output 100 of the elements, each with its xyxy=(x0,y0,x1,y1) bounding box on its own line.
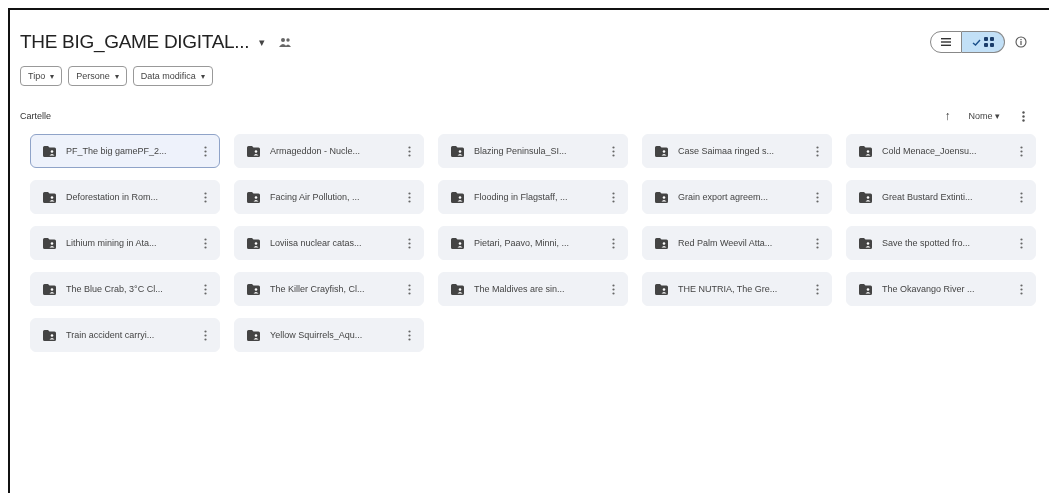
folder-card[interactable]: THE NUTRIA, The Gre... xyxy=(642,272,832,306)
folder-name: Facing Air Pollution, ... xyxy=(270,192,361,202)
folder-card[interactable]: Grain export agreem... xyxy=(642,180,832,214)
shared-folder-icon xyxy=(655,283,668,295)
more-icon xyxy=(816,145,819,157)
list-icon xyxy=(941,38,951,46)
folder-name: Lithium mining in Ata... xyxy=(66,238,158,248)
folder-card[interactable]: Flooding in Flagstaff, ... xyxy=(438,180,628,214)
more-icon xyxy=(1022,110,1025,122)
shared-folder-icon xyxy=(859,283,872,295)
grid-icon xyxy=(984,37,994,47)
more-icon xyxy=(612,237,615,249)
more-icon xyxy=(816,283,819,295)
folder-name: Pietari, Paavo, Minni, ... xyxy=(474,238,571,248)
people-icon xyxy=(279,37,292,47)
folder-card[interactable]: The Blue Crab, 3°C Cl... xyxy=(30,272,220,306)
more-icon xyxy=(204,191,207,203)
more-icon xyxy=(1020,145,1023,157)
folder-card[interactable]: Train accident carryi... xyxy=(30,318,220,352)
folder-name: Armageddon - Nucle... xyxy=(270,146,362,156)
folder-name: Yellow Squirrels_Aqu... xyxy=(270,330,364,340)
shared-folder-icon xyxy=(43,283,56,295)
grid-view-button[interactable] xyxy=(962,31,1005,53)
filter-chip[interactable]: Tipo ▾ xyxy=(20,66,63,86)
folder-name: Cold Menace_Joensu... xyxy=(882,146,978,156)
folder-name: Deforestation in Rom... xyxy=(66,192,160,202)
more-icon xyxy=(612,145,615,157)
more-icon xyxy=(408,329,411,341)
folder-name: Blazing Peninsula_SI... xyxy=(474,146,568,156)
folder-name: Great Bustard Extinti... xyxy=(882,192,974,202)
folder-name: Flooding in Flagstaff, ... xyxy=(474,192,569,202)
folder-card[interactable]: Lithium mining in Ata... xyxy=(30,226,220,260)
folder-card[interactable]: The Killer Crayfish, Cl... xyxy=(234,272,424,306)
more-icon xyxy=(408,283,411,295)
folder-name: The Okavango River ... xyxy=(882,284,976,294)
folder-title: THE BIG_GAME DIGITAL... xyxy=(20,31,250,53)
folder-name: The Killer Crayfish, Cl... xyxy=(270,284,366,294)
shared-folder-icon xyxy=(43,237,56,249)
folder-card[interactable]: Great Bustard Extinti... xyxy=(846,180,1036,214)
folder-name: Case Saimaa ringed s... xyxy=(678,146,776,156)
folder-card[interactable]: Cold Menace_Joensu... xyxy=(846,134,1036,168)
more-icon xyxy=(204,145,207,157)
shared-folder-icon xyxy=(247,329,260,341)
folder-card[interactable]: Deforestation in Rom... xyxy=(30,180,220,214)
folder-name: Red Palm Weevil Atta... xyxy=(678,238,774,248)
check-icon xyxy=(972,38,981,46)
shared-folder-icon xyxy=(655,237,668,249)
shared-folder-icon xyxy=(451,191,464,203)
more-icon xyxy=(204,283,207,295)
folder-card[interactable]: The Maldives are sin... xyxy=(438,272,628,306)
filter-chip[interactable]: Data modifica ▾ xyxy=(132,66,213,86)
folder-card[interactable]: Save the spotted fro... xyxy=(846,226,1036,260)
more-icon xyxy=(816,191,819,203)
folder-name: PF_The big gamePF_2... xyxy=(66,146,168,156)
folder-card[interactable]: Pietari, Paavo, Minni, ... xyxy=(438,226,628,260)
shared-folder-icon xyxy=(247,283,260,295)
list-view-button[interactable] xyxy=(930,31,962,53)
info-icon xyxy=(1015,36,1027,48)
sort-direction-button[interactable]: ↑ xyxy=(942,109,953,123)
shared-folder-icon xyxy=(247,237,260,249)
shared-folder-icon xyxy=(655,145,668,157)
more-icon xyxy=(204,237,207,249)
shared-folder-icon xyxy=(859,145,872,157)
folder-name: THE NUTRIA, The Gre... xyxy=(678,284,779,294)
folder-name: Train accident carryi... xyxy=(66,330,156,340)
shared-folder-icon xyxy=(43,191,56,203)
sort-button[interactable]: Nome ▾ xyxy=(966,111,1002,121)
folder-name: Grain export agreem... xyxy=(678,192,770,202)
shared-folder-icon xyxy=(43,145,56,157)
more-icon xyxy=(816,237,819,249)
shared-folder-icon xyxy=(247,145,260,157)
folder-card[interactable]: Blazing Peninsula_SI... xyxy=(438,134,628,168)
folder-card[interactable]: Yellow Squirrels_Aqu... xyxy=(234,318,424,352)
folder-name: Save the spotted fro... xyxy=(882,238,972,248)
shared-folder-icon xyxy=(451,237,464,249)
folder-name: Loviisa nuclear catas... xyxy=(270,238,363,248)
folder-card[interactable]: PF_The big gamePF_2... xyxy=(30,134,220,168)
more-icon xyxy=(408,237,411,249)
folder-name: The Blue Crab, 3°C Cl... xyxy=(66,284,164,294)
shared-folder-icon xyxy=(451,145,464,157)
folder-card[interactable]: Loviisa nuclear catas... xyxy=(234,226,424,260)
folder-name: The Maldives are sin... xyxy=(474,284,566,294)
folder-card[interactable]: Armageddon - Nucle... xyxy=(234,134,424,168)
more-icon xyxy=(612,191,615,203)
shared-folder-icon xyxy=(859,237,872,249)
more-icon xyxy=(1020,237,1023,249)
shared-folder-icon xyxy=(655,191,668,203)
folder-card[interactable]: The Okavango River ... xyxy=(846,272,1036,306)
folder-card[interactable]: Red Palm Weevil Atta... xyxy=(642,226,832,260)
shared-folder-icon xyxy=(43,329,56,341)
folder-card[interactable]: Case Saimaa ringed s... xyxy=(642,134,832,168)
shared-folder-icon xyxy=(859,191,872,203)
more-icon xyxy=(612,283,615,295)
more-icon xyxy=(1020,283,1023,295)
folder-card[interactable]: Facing Air Pollution, ... xyxy=(234,180,424,214)
shared-folder-icon xyxy=(247,191,260,203)
more-icon xyxy=(408,191,411,203)
title-dropdown-button[interactable]: ▾ xyxy=(255,35,270,49)
more-icon xyxy=(204,329,207,341)
filter-chip[interactable]: Persone ▾ xyxy=(68,66,127,86)
